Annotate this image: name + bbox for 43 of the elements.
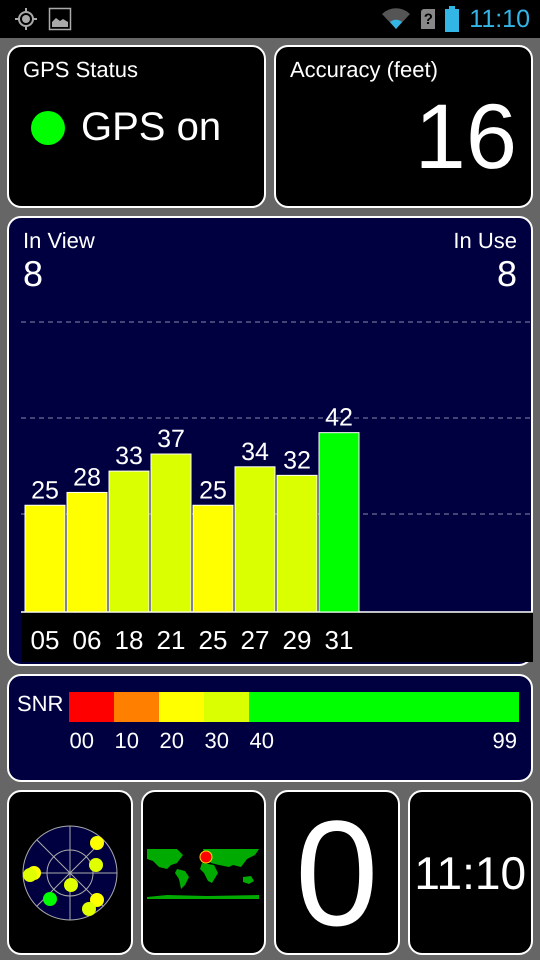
picture-icon[interactable] — [48, 7, 72, 31]
sim-card-badge: ? — [421, 9, 436, 29]
satellite-id: 21 — [156, 624, 186, 655]
legend-value: 10 — [114, 728, 139, 754]
snr-label: SNR — [17, 691, 64, 717]
satellite-id: 25 — [198, 624, 228, 655]
satellite-id: 29 — [282, 624, 312, 655]
satellite-count: 0 — [295, 798, 378, 948]
satellite-count-tile[interactable]: 0 — [274, 790, 400, 955]
bar-value: 42 — [325, 403, 353, 432]
legend-value: 20 — [159, 728, 184, 754]
tile-title: GPS Status — [23, 57, 138, 83]
legend-value: 30 — [204, 728, 229, 754]
tile-title: Accuracy (feet) — [290, 57, 438, 83]
legend-value: 00 — [69, 728, 94, 754]
wifi-icon — [381, 8, 412, 30]
bar-value: 37 — [157, 424, 185, 453]
in-view-label: In View — [23, 228, 95, 254]
status-time: 11:10 — [469, 4, 530, 34]
satellite-id: 31 — [324, 624, 354, 655]
accuracy-value: 16 — [414, 91, 517, 183]
satellite-id: 06 — [72, 624, 102, 655]
bar-value: 25 — [31, 476, 59, 504]
sky-plot-tile[interactable] — [7, 790, 132, 955]
legend-value: 40 — [249, 728, 274, 754]
in-view-count: 8 — [23, 254, 44, 294]
satellite-id: 27 — [240, 624, 270, 655]
bar-value: 28 — [73, 463, 101, 492]
gps-status-text: GPS on — [81, 105, 222, 150]
bar-value: 25 — [199, 476, 227, 504]
world-map-tile[interactable] — [140, 790, 266, 955]
clock-time: 11:10 — [414, 846, 526, 900]
in-use-label: In Use — [453, 228, 517, 254]
bar-value: 34 — [241, 437, 269, 466]
bar-value: 32 — [283, 446, 311, 474]
bar-value: 33 — [115, 442, 143, 470]
battery-icon — [445, 6, 460, 32]
legend-value: 99 — [492, 728, 517, 754]
location-icon[interactable] — [14, 7, 38, 31]
satellite-id: 05 — [30, 624, 60, 655]
in-use-count: 8 — [496, 254, 517, 294]
clock-tile[interactable]: 11:10 — [408, 790, 533, 955]
satellite-id: 18 — [114, 624, 144, 655]
